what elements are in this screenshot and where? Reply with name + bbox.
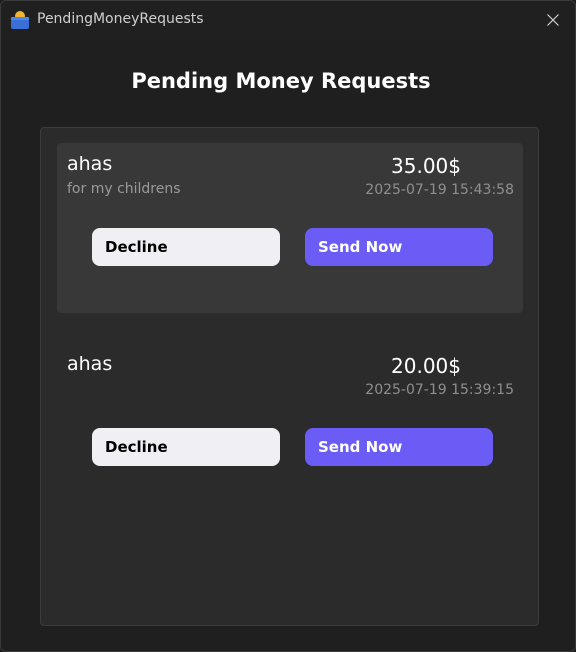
window-title: PendingMoneyRequests: [37, 11, 204, 27]
page-title: Pending Money Requests: [131, 69, 431, 93]
app-window: PendingMoneyRequests Pending Money Reque…: [0, 0, 576, 652]
close-icon: [547, 14, 559, 26]
wallet-icon: [10, 10, 30, 30]
request-note: for my childrens: [67, 181, 181, 197]
request-date: 2025-07-19 15:39:15: [365, 382, 514, 398]
request-card[interactable]: ahas 20.00$ 2025-07-19 15:39:15 Decline …: [57, 343, 523, 513]
request-date: 2025-07-19 15:43:58: [365, 182, 514, 198]
send-now-button[interactable]: Send Now: [305, 228, 493, 266]
request-card[interactable]: ahas for my childrens 35.00$ 2025-07-19 …: [57, 143, 523, 313]
decline-button[interactable]: Decline: [92, 228, 280, 266]
requester-name: ahas: [67, 153, 113, 175]
request-amount: 20.00$: [391, 354, 461, 378]
requester-name: ahas: [67, 353, 113, 375]
request-amount: 35.00$: [391, 154, 461, 178]
requests-list[interactable]: ahas for my childrens 35.00$ 2025-07-19 …: [40, 127, 539, 626]
title-bar: PendingMoneyRequests: [1, 1, 575, 39]
send-now-button[interactable]: Send Now: [305, 428, 493, 466]
close-button[interactable]: [537, 5, 569, 35]
decline-button[interactable]: Decline: [92, 428, 280, 466]
window-content: Pending Money Requests ahas for my child…: [1, 39, 575, 651]
